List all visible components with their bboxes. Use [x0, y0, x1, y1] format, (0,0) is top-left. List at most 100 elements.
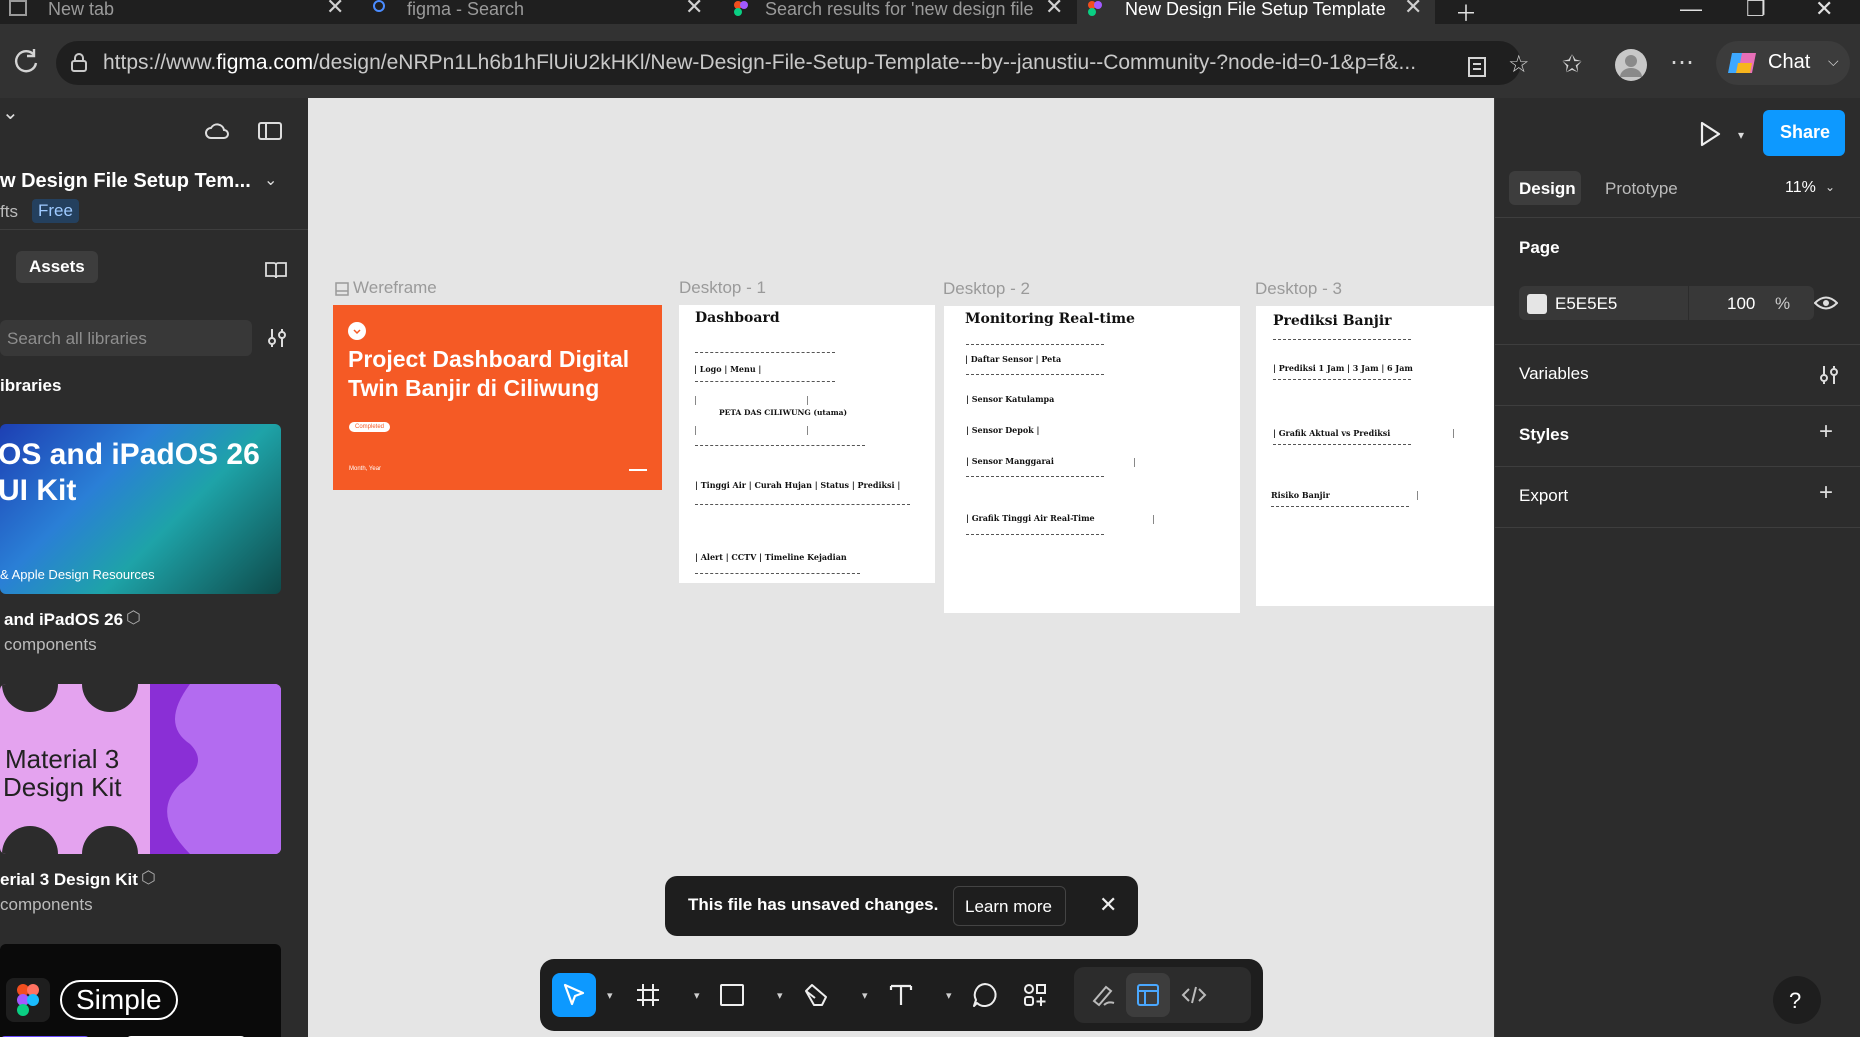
toggle-sidebar-icon[interactable]	[258, 122, 282, 140]
favorites-icon[interactable]: ✩	[1562, 50, 1582, 79]
comment-tool-button[interactable]	[963, 973, 1007, 1017]
wireframe-tick	[807, 396, 808, 405]
library-card-simple[interactable]: Simple	[0, 944, 281, 1037]
chevron-down-icon[interactable]: ▾	[1738, 128, 1744, 142]
library-card-material-3[interactable]: Material 3 Design Kit	[0, 684, 281, 854]
add-export-plus-icon[interactable]: +	[1819, 479, 1833, 507]
frame-label[interactable]: Desktop - 1	[679, 278, 766, 298]
minimize-icon[interactable]: —	[1680, 0, 1702, 22]
tab-assets[interactable]: Assets	[16, 251, 98, 283]
tab-active-design-file[interactable]: New Design File Setup Template - ✕	[1077, 0, 1435, 24]
frame-desktop-1[interactable]: Dashboard | Logo | Menu | PETA DAS CILIW…	[679, 305, 935, 583]
draw-mode-button[interactable]	[1082, 973, 1126, 1017]
frame-desktop-2[interactable]: Monitoring Real-time | Daftar Sensor | P…	[944, 306, 1240, 613]
color-swatch[interactable]	[1527, 294, 1547, 314]
chevron-down-icon[interactable]: ▾	[862, 989, 868, 1002]
tab-title: figma - Search	[407, 0, 525, 19]
tab-prototype[interactable]: Prototype	[1605, 179, 1678, 199]
chevron-down-icon[interactable]: ⌄	[2, 100, 19, 125]
zoom-level[interactable]: 11%	[1785, 179, 1816, 197]
restore-icon[interactable]: ❐	[1746, 0, 1766, 22]
file-title[interactable]: w Design File Setup Tem...	[0, 170, 251, 193]
wireframe-line	[695, 381, 835, 382]
frame-cover[interactable]: Project Dashboard Digital Twin Banjir di…	[333, 305, 662, 490]
library-name: erial 3 Design Kit	[0, 870, 138, 889]
frame-desktop-3[interactable]: Prediksi Banjir | Prediksi 1 Jam | 3 Jam…	[1256, 306, 1494, 606]
wireframe-text: | Logo | Menu |	[694, 364, 762, 374]
chevron-down-icon[interactable]: ⌄	[1825, 180, 1835, 194]
styles-section[interactable]: Styles	[1519, 425, 1569, 445]
wireframe-line	[966, 476, 1104, 477]
reload-icon[interactable]	[12, 47, 40, 75]
browser-tab-strip: New tab ✕ figma - Search ✕ Search result…	[0, 0, 1860, 26]
reader-mode-icon[interactable]	[1466, 56, 1488, 78]
library-card-ios-ui-kit[interactable]: OS and iPadOS 26 UI Kit & Apple Design R…	[0, 424, 281, 594]
close-tab-icon[interactable]: ✕	[685, 0, 703, 18]
address-bar[interactable]: https://www.figma.com/design/eNRPn1Lh6b1…	[56, 41, 1521, 85]
page-color-hex[interactable]: E5E5E5	[1555, 294, 1617, 314]
drafts-label[interactable]: fts	[0, 202, 18, 222]
page-opacity[interactable]: 100	[1727, 294, 1755, 314]
frame-label[interactable]: Wereframe	[353, 278, 437, 298]
close-tab-icon[interactable]: ✕	[1045, 0, 1063, 18]
actions-tool-button[interactable]	[1013, 973, 1057, 1017]
tab-title: New tab	[48, 0, 115, 19]
visibility-eye-icon[interactable]	[1814, 294, 1838, 312]
tab-design[interactable]: Design	[1509, 171, 1581, 205]
wireframe-line	[1271, 506, 1409, 507]
left-sidebar: ⌄ w Design File Setup Tem... ⌄ fts Free …	[0, 98, 308, 1037]
tab-figma-search[interactable]: figma - Search ✕	[363, 0, 716, 24]
shape-tool-button[interactable]	[710, 973, 754, 1017]
variables-settings-icon[interactable]	[1818, 364, 1840, 386]
frame-label[interactable]: Desktop - 2	[943, 279, 1030, 299]
search-libraries-input[interactable]: Search all libraries	[0, 320, 252, 356]
pen-icon	[805, 984, 827, 1006]
chevron-down-icon[interactable]: ▾	[607, 989, 613, 1002]
library-thumb-tag: & Apple Design Resources	[0, 567, 155, 582]
present-play-icon[interactable]	[1697, 120, 1723, 148]
more-options-icon[interactable]: ⋯	[1670, 48, 1694, 77]
close-tab-icon[interactable]: ✕	[1404, 0, 1422, 18]
wireframe-text: | Sensor Katulampa	[966, 394, 1055, 404]
wireframe-line	[695, 573, 860, 574]
url-text: https://www.figma.com/design/eNRPn1Lh6b1…	[103, 51, 1417, 74]
move-tool-button[interactable]	[552, 973, 596, 1017]
wireframe-line	[1273, 444, 1411, 445]
pen-tool-button[interactable]	[794, 973, 838, 1017]
export-section[interactable]: Export	[1519, 486, 1568, 506]
close-tab-icon[interactable]: ✕	[326, 0, 344, 18]
chevron-down-icon[interactable]: ⌄	[264, 170, 277, 190]
divider	[1495, 405, 1860, 406]
wireframe-text: | Sensor Depok |	[966, 425, 1040, 435]
library-settings-icon[interactable]	[266, 327, 288, 349]
tab-new-tab[interactable]: New tab ✕	[0, 0, 355, 24]
divider	[1495, 344, 1860, 345]
profile-avatar-icon[interactable]	[1614, 48, 1648, 82]
close-window-icon[interactable]: ✕	[1815, 0, 1833, 22]
components-grid-icon	[1024, 984, 1046, 1006]
divider	[1495, 527, 1860, 528]
chevron-down-icon[interactable]: ▾	[777, 989, 783, 1002]
share-button[interactable]: Share	[1763, 110, 1845, 156]
favorite-star-icon[interactable]: ☆	[1508, 50, 1530, 79]
learn-more-button[interactable]: Learn more	[953, 886, 1066, 926]
close-toast-icon[interactable]: ✕	[1099, 892, 1117, 918]
copilot-chat-button[interactable]: Chat ⌵	[1716, 41, 1850, 85]
variables-section[interactable]: Variables	[1519, 364, 1589, 384]
cloud-save-icon[interactable]	[204, 120, 230, 142]
site-info-lock-icon[interactable]	[70, 53, 88, 73]
add-style-plus-icon[interactable]: +	[1819, 418, 1833, 446]
frame-tool-button[interactable]	[626, 973, 670, 1017]
chevron-down-icon[interactable]: ▾	[694, 989, 700, 1002]
help-button[interactable]: ?	[1773, 976, 1821, 1024]
chevron-down-icon: ⌵	[1828, 53, 1839, 69]
frame-label[interactable]: Desktop - 3	[1255, 279, 1342, 299]
chevron-down-icon[interactable]: ▾	[946, 989, 952, 1002]
dev-mode-button[interactable]	[1172, 973, 1216, 1017]
frame-icon	[335, 282, 349, 296]
text-tool-button[interactable]	[879, 973, 923, 1017]
library-book-icon[interactable]	[264, 260, 288, 280]
design-mode-button[interactable]	[1126, 973, 1170, 1017]
tab-search-results[interactable]: Search results for 'new design file' ✕	[723, 0, 1075, 24]
wireframe-text: | Prediksi 1 Jam | 3 Jam | 6 Jam	[1273, 363, 1413, 373]
